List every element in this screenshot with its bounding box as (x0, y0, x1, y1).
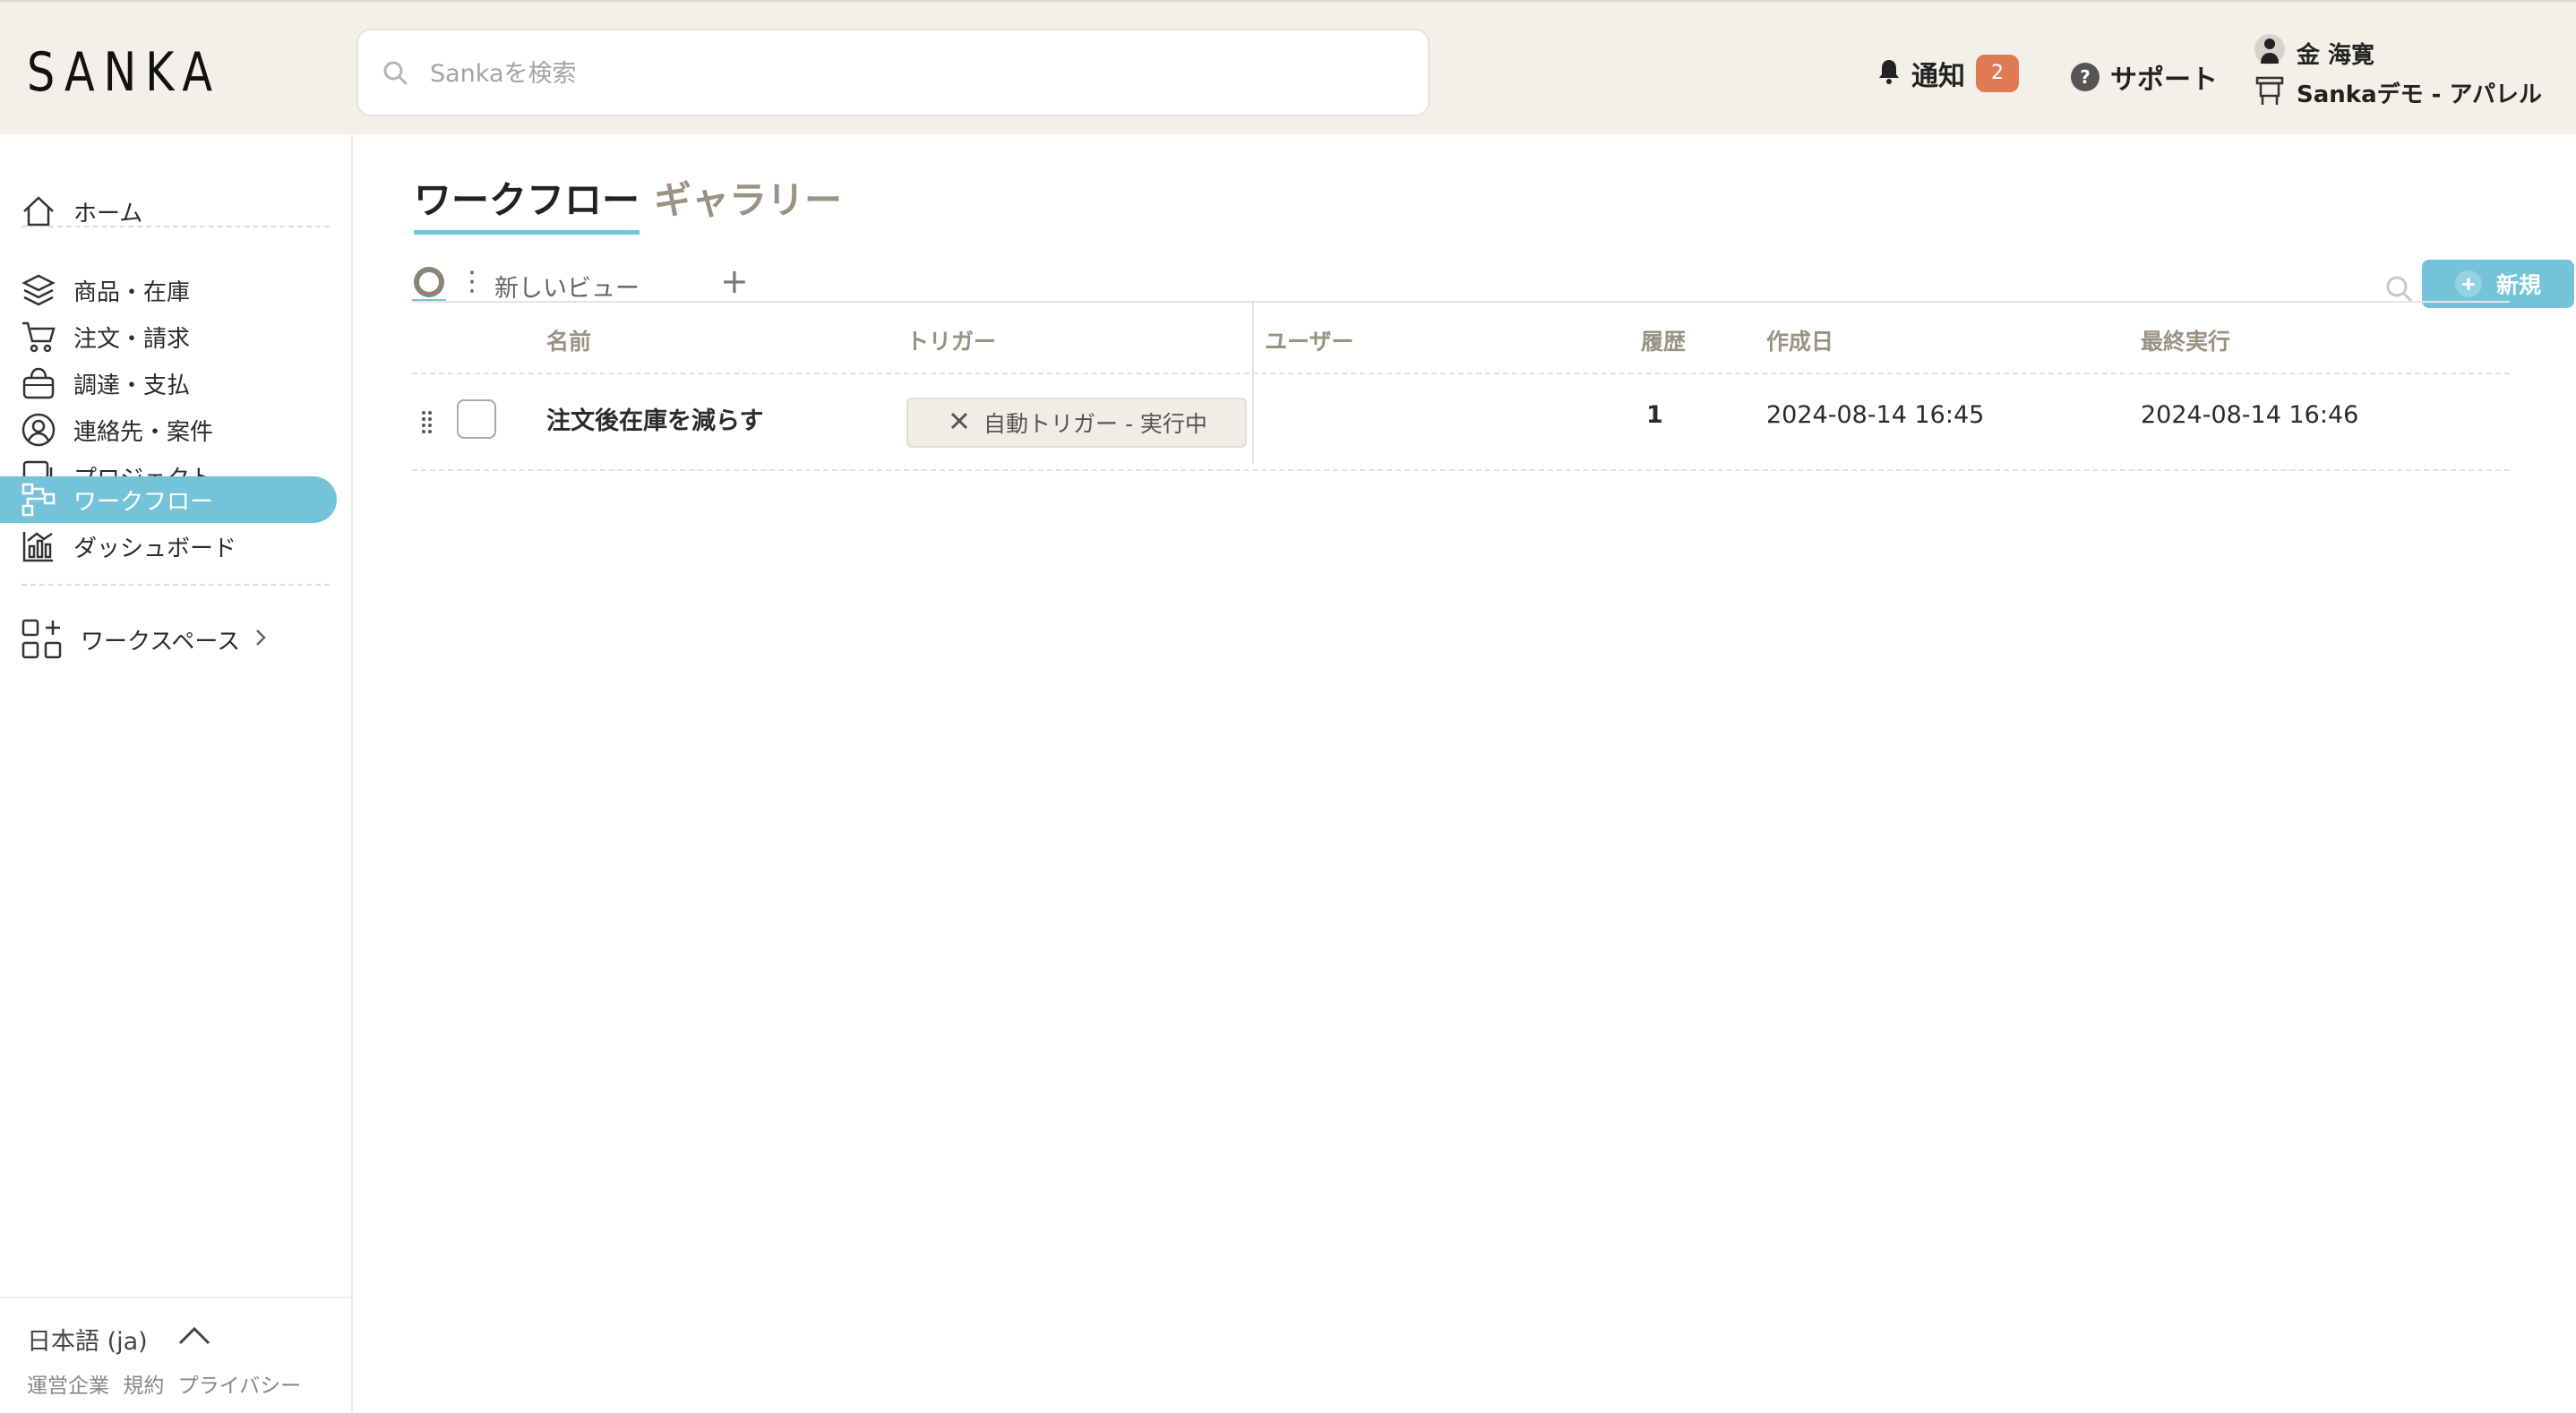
drag-handle-icon[interactable] (421, 410, 434, 439)
layers-icon (20, 271, 57, 309)
column-header-name[interactable]: 名前 (546, 324, 591, 356)
sidebar-item-contacts[interactable]: 連絡先・案件 (0, 407, 337, 453)
column-header-created[interactable]: 作成日 (1766, 324, 1833, 356)
footer-link-company[interactable]: 運営企業 (27, 1374, 109, 1398)
user-circle-icon (20, 411, 57, 449)
plus-icon: + (2454, 270, 2482, 297)
page-tabs: ワークフロー ギャラリー (414, 170, 842, 235)
view-selector-icon[interactable] (412, 265, 446, 303)
sidebar-item-workspace[interactable]: ワークスペース (0, 609, 337, 670)
sidebar: ホーム 商品・在庫 注文・請求 調達・支払 連絡先・案件 プロジェクト (0, 134, 353, 1413)
add-view-button[interactable]: + (720, 261, 749, 301)
sidebar-item-label: 調達・支払 (73, 372, 191, 399)
main-content: ワークフロー ギャラリー ⋮ 新しいビュー + + 新規 名前 トリガー ユーザ… (355, 134, 2576, 1413)
view-tab-new[interactable]: 新しいビュー (494, 269, 640, 304)
home-icon (20, 193, 57, 230)
sidebar-footer-divider (0, 1297, 351, 1298)
language-selector[interactable]: 日本語 (ja) (27, 1322, 212, 1357)
table-header: 名前 トリガー ユーザー 履歴 作成日 最終実行 (412, 301, 2510, 374)
language-label: 日本語 (ja) (27, 1328, 148, 1356)
trigger-status: 自動トリガー - 実行中 (983, 411, 1207, 437)
column-header-user[interactable]: ユーザー (1265, 324, 1354, 356)
view-options-icon[interactable]: ⋮ (459, 269, 485, 295)
sidebar-item-dashboard[interactable]: ダッシュボード (0, 523, 337, 569)
apps-add-icon (20, 617, 64, 662)
workflow-history-count[interactable]: 1 (1646, 401, 1663, 429)
notifications-label: 通知 (1911, 61, 1965, 92)
notifications-button[interactable]: 通知 2 (1877, 54, 2019, 93)
user-menu[interactable]: 金 海寛 Sankaデモ - アパレル (2254, 34, 2542, 113)
top-bar: SANKA 通知 2 ? サポート 金 海寛 Sankaデモ - アパレル (0, 0, 2576, 134)
support-label: サポート (2110, 64, 2218, 96)
column-header-trigger[interactable]: トリガー (906, 324, 996, 356)
sidebar-item-workflow[interactable]: ワークフロー (0, 476, 337, 523)
workflow-table: 名前 トリガー ユーザー 履歴 作成日 最終実行 注文後在庫を減らす 自動トリガ… (412, 301, 2510, 471)
sidebar-item-products[interactable]: 商品・在庫 (0, 267, 337, 313)
global-search[interactable] (356, 29, 1430, 116)
trigger-x-icon (949, 410, 969, 436)
search-icon (382, 59, 410, 91)
sidebar-workspace-label: ワークスペース (81, 628, 241, 655)
trigger-chip[interactable]: 自動トリガー - 実行中 (906, 398, 1247, 448)
row-checkbox[interactable] (457, 399, 496, 439)
column-header-last-run[interactable]: 最終実行 (2141, 324, 2230, 356)
help-icon: ? (2071, 63, 2099, 91)
tab-workflow[interactable]: ワークフロー (414, 170, 640, 235)
sidebar-item-label: 連絡先・案件 (73, 418, 214, 446)
sidebar-item-procurement[interactable]: 調達・支払 (0, 360, 337, 407)
new-button-label: 新規 (2495, 273, 2541, 298)
sidebar-item-label: 注文・請求 (73, 325, 191, 353)
sidebar-item-label: ホーム (73, 200, 143, 227)
workflow-name[interactable]: 注文後在庫を減らす (546, 401, 763, 436)
cart-icon (20, 318, 57, 355)
sidebar-item-label: 商品・在庫 (73, 278, 191, 306)
search-input[interactable] (428, 50, 1399, 97)
bell-icon (1877, 58, 1901, 89)
chevron-right-icon (254, 628, 267, 651)
workflow-icon (20, 481, 57, 518)
sidebar-item-label: ダッシュボード (73, 535, 237, 562)
column-header-history[interactable]: 履歴 (1641, 324, 1686, 356)
tab-gallery[interactable]: ギャラリー (654, 170, 842, 235)
workspace-icon (2254, 74, 2286, 110)
sanka-logo[interactable]: SANKA (27, 41, 221, 104)
avatar (2254, 33, 2286, 73)
sidebar-item-orders[interactable]: 注文・請求 (0, 313, 337, 360)
user-name: 金 海寛 (2297, 41, 2375, 69)
workflow-last-run: 2024-08-14 16:46 (2141, 401, 2359, 429)
notification-count-badge: 2 (1976, 55, 2019, 92)
sidebar-divider (21, 226, 330, 227)
sidebar-item-home[interactable]: ホーム (0, 188, 337, 235)
support-button[interactable]: ? サポート (2071, 57, 2218, 97)
sidebar-item-label: ワークフロー (73, 488, 214, 516)
dashboard-icon (20, 527, 57, 565)
footer-link-terms[interactable]: 規約 (123, 1374, 164, 1398)
footer-links: 運営企業 規約 プライバシー (27, 1368, 308, 1399)
footer-link-privacy[interactable]: プライバシー (178, 1374, 302, 1398)
chevron-up-icon (176, 1325, 212, 1353)
workflow-created-date: 2024-08-14 16:45 (1766, 401, 1985, 429)
workspace-name: Sankaデモ - アパレル (2297, 81, 2542, 108)
basket-icon (20, 364, 57, 402)
sidebar-divider (21, 584, 330, 586)
table-row[interactable]: 注文後在庫を減らす 自動トリガー - 実行中 1 2024-08-14 16:4… (412, 374, 2510, 471)
